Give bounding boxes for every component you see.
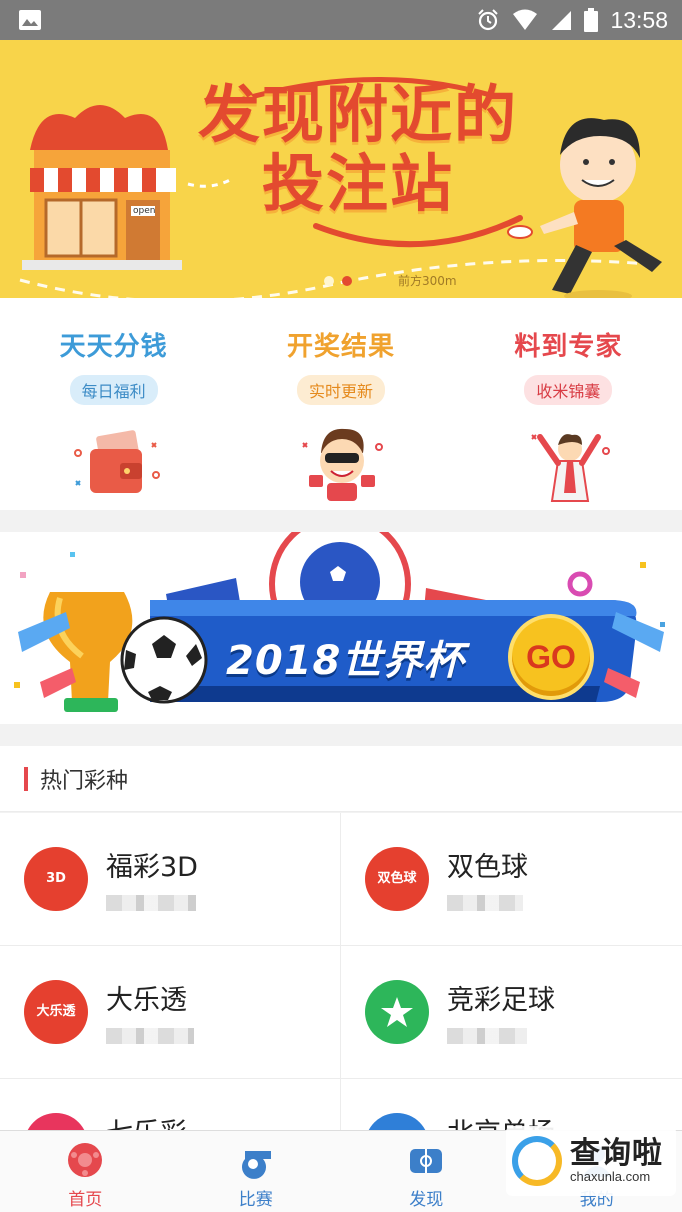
tab-label: 发现 bbox=[409, 1190, 444, 1210]
tab-matches[interactable]: 比赛 bbox=[171, 1131, 342, 1212]
alarm-icon bbox=[478, 9, 499, 31]
hot-lottery-header: 热门彩种 bbox=[0, 746, 682, 812]
lottery-desc-obscured bbox=[106, 895, 196, 911]
cheering-expert-icon bbox=[531, 434, 611, 502]
lottery-item-shuangseqiu[interactable]: 双色球 双色球 bbox=[341, 813, 682, 946]
section-accent-bar bbox=[24, 766, 28, 791]
lottery-name: 竞彩足球 bbox=[447, 985, 555, 1016]
whistle-icon bbox=[241, 1151, 271, 1179]
watermark-text: 查询啦 bbox=[570, 1135, 663, 1171]
lottery-desc-obscured bbox=[106, 1028, 194, 1044]
hero-title: 发现附近的 投注站 bbox=[178, 82, 538, 216]
watermark-text-group: 查询啦 chaxunla.com bbox=[570, 1138, 663, 1185]
feature-title: 天天分钱 bbox=[59, 332, 168, 362]
battery-icon bbox=[584, 8, 599, 32]
feature-daily-bonus[interactable]: 天天分钱 每日福利 bbox=[0, 298, 227, 510]
tab-discover[interactable]: 发现 bbox=[341, 1131, 512, 1212]
lottery-desc-obscured bbox=[447, 1028, 527, 1044]
wallet-icon bbox=[73, 430, 160, 493]
tab-label: 首页 bbox=[68, 1190, 103, 1210]
hero-title-line2: 投注站 bbox=[261, 147, 454, 221]
lottery-name: 双色球 bbox=[447, 852, 528, 883]
lottery-logo-icon: 大乐透 bbox=[24, 980, 88, 1044]
feature-tag: 收米锦囊 bbox=[524, 375, 613, 405]
hero-distance: 前方300m bbox=[398, 274, 457, 288]
carousel-indicator bbox=[324, 276, 352, 286]
tab-label: 比赛 bbox=[238, 1190, 273, 1210]
lottery-grid: 3D 福彩3D 双色球 双色球 大乐透 大乐透 竞彩足球 七乐彩 北京单场 bbox=[0, 813, 682, 1212]
feature-draw-results[interactable]: 开奖结果 实时更新 bbox=[227, 298, 454, 510]
status-right: 13:58 bbox=[476, 7, 668, 34]
app-screen: 13:58 发现附近的 投注站 open 前方300m 天天分钱 每日福利 开奖… bbox=[0, 0, 682, 1212]
watermark-url: chaxunla.com bbox=[570, 1169, 651, 1185]
hero-banner[interactable]: 发现附近的 投注站 open 前方300m bbox=[0, 40, 682, 298]
wifi-icon bbox=[513, 9, 538, 30]
carousel-dot-active bbox=[342, 276, 352, 286]
status-left bbox=[18, 9, 42, 31]
worldcup-go-button[interactable]: GO bbox=[512, 618, 590, 696]
shop-sign: open bbox=[133, 206, 156, 216]
tab-home[interactable]: 首页 bbox=[0, 1131, 171, 1212]
feature-experts[interactable]: 料到专家 收米锦囊 bbox=[455, 298, 682, 510]
feature-row: 天天分钱 每日福利 开奖结果 实时更新 料到专家 收米锦囊 bbox=[0, 298, 682, 510]
home-ball-icon bbox=[68, 1143, 103, 1177]
gallery-notification-icon bbox=[19, 10, 41, 30]
feature-tag: 每日福利 bbox=[69, 375, 158, 405]
feature-title: 料到专家 bbox=[514, 332, 623, 362]
section-title: 热门彩种 bbox=[40, 768, 129, 794]
lottery-logo-icon: 双色球 bbox=[365, 847, 429, 911]
lottery-name: 福彩3D bbox=[106, 852, 198, 883]
status-time: 13:58 bbox=[610, 6, 668, 33]
lottery-item-daletou[interactable]: 大乐透 大乐透 bbox=[0, 946, 341, 1079]
lottery-item-fucai3d[interactable]: 3D 福彩3D bbox=[0, 813, 341, 946]
mascot-icon bbox=[302, 428, 383, 501]
hero-title-line1: 发现附近的 bbox=[197, 78, 518, 151]
signal-icon bbox=[552, 11, 572, 30]
lottery-name: 大乐透 bbox=[106, 985, 187, 1016]
worldcup-text: 2018世界杯 bbox=[226, 638, 465, 684]
star-icon bbox=[381, 997, 413, 1027]
watermark-logo-icon bbox=[512, 1136, 562, 1186]
lottery-item-jingcai-football[interactable]: 竞彩足球 bbox=[341, 946, 682, 1079]
site-watermark: 查询啦 chaxunla.com bbox=[506, 1126, 676, 1196]
status-bar: 13:58 bbox=[0, 0, 682, 40]
field-icon bbox=[410, 1149, 443, 1173]
feature-title: 开奖结果 bbox=[286, 332, 395, 362]
lottery-logo-icon bbox=[365, 980, 429, 1044]
feature-tag: 实时更新 bbox=[296, 375, 385, 405]
carousel-dot bbox=[324, 276, 334, 286]
lottery-logo-icon: 3D bbox=[24, 847, 88, 911]
lottery-desc-obscured bbox=[447, 895, 523, 911]
